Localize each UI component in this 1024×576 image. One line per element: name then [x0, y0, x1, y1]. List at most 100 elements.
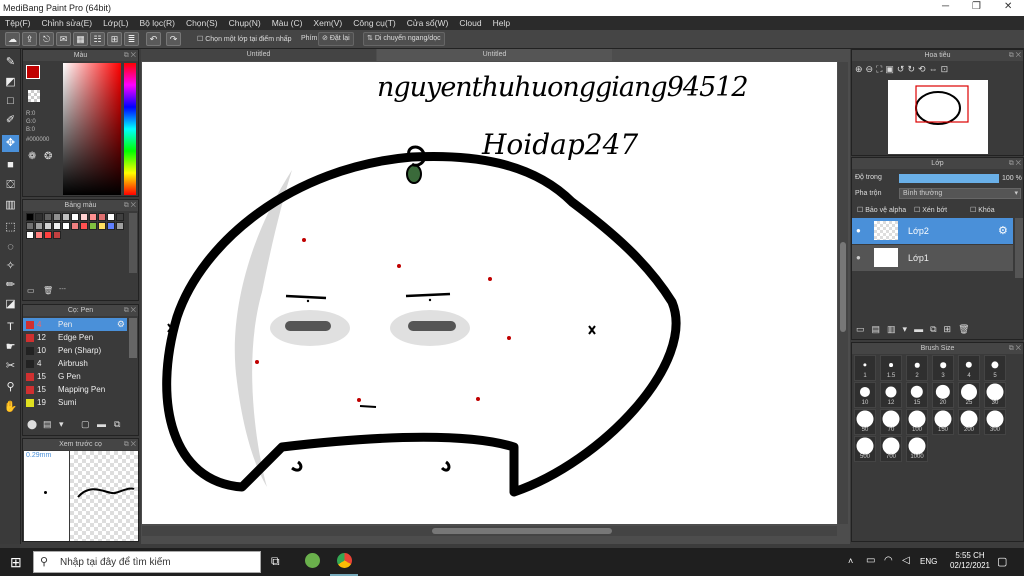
brush-size-option[interactable]: 300 [984, 409, 1006, 435]
panel-close-icon[interactable]: ⧉ ✕ [124, 439, 136, 450]
opacity-slider[interactable] [899, 174, 999, 183]
brush-size-option[interactable]: 20 [932, 382, 954, 408]
wifi-icon[interactable]: ◠ [884, 555, 893, 566]
layer-row-lop1[interactable]: ● Lớp1 [852, 245, 1013, 271]
brush-size-option[interactable]: 150 [932, 409, 954, 435]
brush-size-option[interactable]: 3 [932, 355, 954, 381]
lock-view-icon[interactable]: ⊡ [941, 64, 949, 75]
new-layer-icon[interactable]: ▭ [856, 324, 865, 335]
tab-untitled-2[interactable]: Untitled [377, 49, 612, 61]
horizontal-scroll-thumb[interactable] [432, 528, 612, 534]
brush-size-option[interactable]: 10 [854, 382, 876, 408]
brush-item[interactable]: 4 Pen ⚙ [23, 318, 127, 331]
select-pen-icon[interactable]: ✏ [2, 277, 19, 294]
color-add-icon[interactable]: ❂ [44, 151, 52, 162]
clipping-checkbox[interactable]: ☐ Xén bớt [914, 206, 947, 214]
layer-row-lop2[interactable]: ● Lớp2 ⚙ [852, 218, 1013, 244]
menu-tools[interactable]: Công cụ(T) [353, 18, 396, 28]
brush-size-option[interactable]: 70 [880, 409, 902, 435]
brush-item[interactable]: 15 Mapping Pen [23, 383, 127, 396]
menu-edit[interactable]: Chỉnh sửa(E) [42, 18, 93, 28]
comment-icon[interactable]: ✉ [56, 32, 71, 46]
new-halftone-layer-icon[interactable]: ▤ [872, 324, 881, 335]
menu-view[interactable]: Xem(V) [313, 18, 342, 28]
brush-menu-icon[interactable]: ▾ [59, 419, 64, 430]
pen-tool-icon[interactable]: ✐ [2, 112, 19, 129]
panel-close-icon[interactable]: ⧉ ✕ [1009, 158, 1021, 169]
brush-size-option[interactable]: 1000 [906, 436, 928, 462]
brush-size-option[interactable]: 25 [958, 382, 980, 408]
panel-close-icon[interactable]: ⧉ ✕ [124, 305, 136, 316]
palette-swatch[interactable] [107, 222, 115, 230]
zoom-in-icon[interactable]: ⊕ [855, 64, 863, 75]
search-box[interactable]: ⚲ Nhập tại đây để tìm kiếm [33, 551, 261, 573]
palette-swatch[interactable] [107, 213, 115, 221]
alpha-protect-checkbox[interactable]: ☐ Bảo vệ alpha [857, 206, 906, 214]
palette-swatch[interactable] [35, 231, 43, 239]
lock-checkbox[interactable]: ☐ Khóa [970, 206, 995, 214]
cloud-icon[interactable]: ☁ [5, 32, 20, 46]
fit-screen-icon[interactable]: ⛶ [876, 64, 882, 75]
share-icon[interactable]: ⎋ [39, 32, 54, 46]
menu-help[interactable]: Help [493, 18, 510, 28]
flip-icon[interactable]: ⇔ [929, 64, 938, 75]
hue-slider[interactable] [124, 63, 136, 195]
menu-color[interactable]: Màu (C) [272, 18, 303, 28]
panel-close-icon[interactable]: ⧉ ✕ [124, 200, 136, 211]
brush-size-option[interactable]: 500 [854, 436, 876, 462]
brush-add-icon[interactable]: ⬤ [27, 419, 37, 430]
palette-swatch[interactable] [80, 222, 88, 230]
app-icon-1[interactable] [305, 553, 320, 568]
undo-icon[interactable]: ↶ [146, 32, 161, 46]
gradient-tool-icon[interactable]: ▥ [2, 197, 19, 214]
color-wheel-icon[interactable]: ❁ [28, 151, 36, 162]
palette-scrollbar[interactable] [129, 213, 137, 273]
palette-swatch[interactable] [116, 213, 124, 221]
brush-item[interactable]: 12 Edge Pen [23, 331, 127, 344]
transparent-color-swatch[interactable] [28, 90, 40, 102]
brush-item[interactable]: 10 Pen (Sharp) [23, 344, 127, 357]
maximize-icon[interactable]: ❐ [972, 1, 981, 12]
palette-swatch[interactable] [98, 213, 106, 221]
brush-size-option[interactable]: 30 [984, 382, 1006, 408]
menu-cloud[interactable]: Cloud [459, 18, 481, 28]
fit-icon[interactable]: ⊞ [107, 32, 122, 46]
menu-snap[interactable]: Chụp(N) [229, 18, 261, 28]
palette-swatch[interactable] [44, 231, 52, 239]
palette-delete-icon[interactable]: 🗑 [43, 286, 53, 295]
zoom-out-icon[interactable]: ⊖ [866, 64, 874, 75]
duplicate-layer-icon[interactable]: ⧉ [930, 324, 936, 335]
select-tool-icon[interactable]: ⬚ [2, 219, 19, 236]
list-icon[interactable]: ≣ [124, 32, 139, 46]
brush-folder-icon[interactable]: ▬ [97, 419, 106, 429]
drawing-canvas[interactable]: nguyenthuhuonggiang94512 Hoidap247 [142, 62, 837, 524]
brush-scrollbar[interactable] [129, 318, 137, 358]
palette-swatch[interactable] [62, 213, 70, 221]
palette-swatch[interactable] [44, 222, 52, 230]
rectangle-tool-icon[interactable]: ■ [2, 157, 19, 174]
windows-start-icon[interactable]: ⊞ [10, 554, 22, 571]
magic-wand-icon[interactable]: ✧ [2, 258, 19, 275]
brush-size-option[interactable]: 100 [906, 409, 928, 435]
palette-new-icon[interactable]: ▭ [27, 286, 35, 295]
brush-size-option[interactable]: 2 [906, 355, 928, 381]
move-direction-button[interactable]: ⇅ Di chuyển ngang/dọc [363, 32, 445, 46]
palette-swatch[interactable] [89, 213, 97, 221]
brush-duplicate-icon[interactable]: ⧉ [114, 419, 120, 430]
menu-select[interactable]: Chọn(S) [186, 18, 218, 28]
layer-folder-icon[interactable]: ▬ [914, 324, 923, 335]
horizontal-scrollbar[interactable] [142, 526, 837, 536]
foreground-color-swatch[interactable] [26, 65, 40, 79]
palette-swatch[interactable] [26, 213, 34, 221]
panel-close-icon[interactable]: ⧉ ✕ [1009, 343, 1021, 354]
brush-size-option[interactable]: 4 [958, 355, 980, 381]
menu-filter[interactable]: Bộ lọc(R) [140, 18, 175, 28]
text-tool-icon[interactable]: T [2, 319, 19, 336]
volume-icon[interactable]: ◁ [902, 555, 910, 566]
new-8bit-layer-icon[interactable]: ▥ [887, 324, 896, 335]
language-indicator[interactable]: ENG [920, 557, 937, 566]
palette-swatch[interactable] [35, 213, 43, 221]
panel-close-icon[interactable]: ⧉ ✕ [124, 50, 136, 61]
select-layer-checkbox[interactable]: ☐ Chọn một lớp tại điểm nhấp [197, 35, 292, 43]
menu-file[interactable]: Tệp(F) [5, 18, 31, 28]
